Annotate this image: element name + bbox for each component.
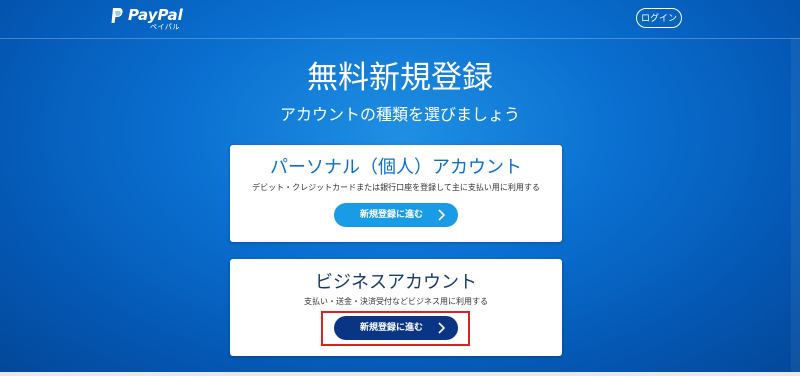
personal-signup-button[interactable]: 新規登録に進む (334, 203, 458, 227)
paypal-logo-icon (111, 8, 123, 23)
page-title: 無料新規登録 (307, 60, 493, 96)
logo-text: PayPal (128, 6, 183, 24)
page-subtitle: アカウントの種類を選びましょう (279, 105, 520, 124)
chevron-right-icon (438, 209, 446, 221)
highlight-box (321, 311, 470, 346)
login-button[interactable]: ログイン (636, 8, 682, 28)
personal-account-description: デビット・クレジットカードまたは銀行口座を登録して主に支払い用に利用する (252, 183, 540, 192)
scrollbar[interactable] (791, 38, 800, 376)
personal-signup-label: 新規登録に進む (360, 210, 424, 220)
paypal-logo[interactable]: PayPal ペイパル (110, 6, 200, 32)
business-account-description: 支払い・送金・決済受付などビジネス用に利用する (304, 297, 488, 306)
logo-subtext: ペイパル (150, 23, 180, 31)
personal-account-title: パーソナル（個人）アカウント (270, 157, 522, 178)
bottom-strip (0, 372, 800, 376)
top-bar: PayPal ペイパル ログイン (0, 0, 800, 39)
business-account-title: ビジネスアカウント (315, 272, 477, 293)
personal-account-card: パーソナル（個人）アカウント デビット・クレジットカードまたは銀行口座を登録して… (230, 145, 562, 242)
